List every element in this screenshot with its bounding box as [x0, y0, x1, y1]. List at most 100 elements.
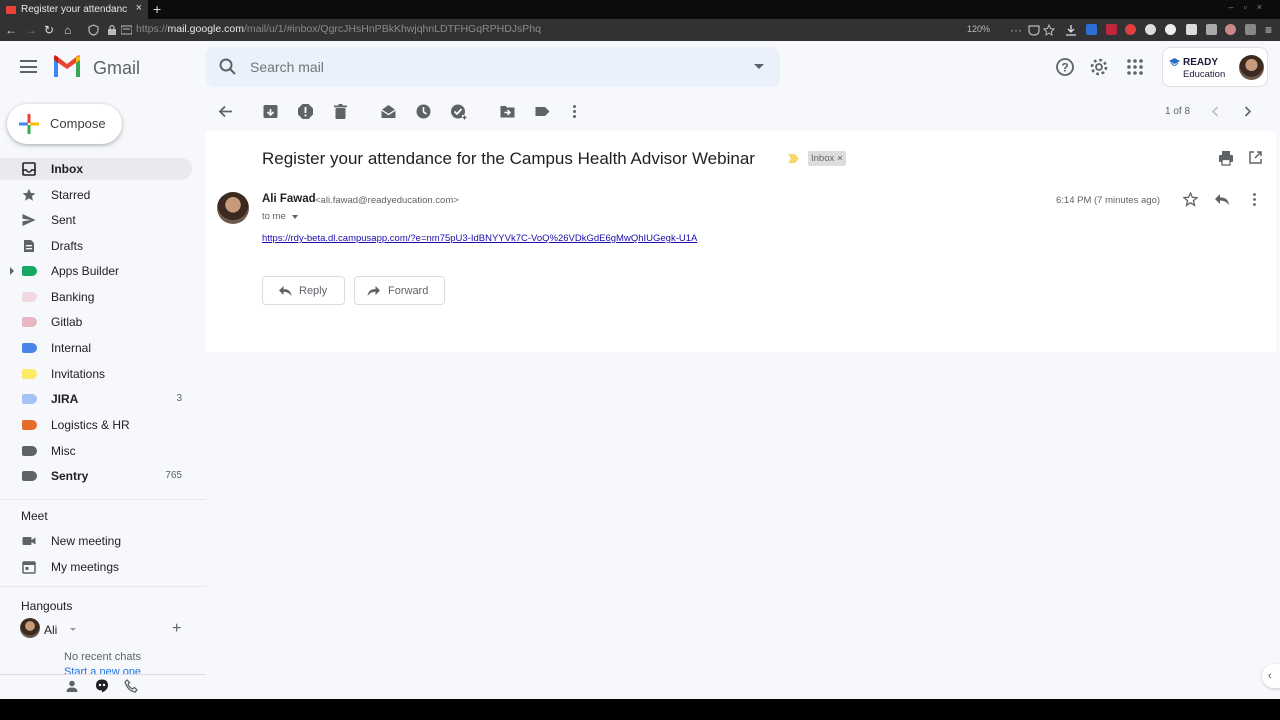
move-to-folder-icon[interactable] [499, 103, 516, 120]
main-menu-icon[interactable] [20, 60, 37, 73]
sidebar-item-sent[interactable]: Sent [0, 209, 192, 231]
sidebar-item-banking[interactable]: Banking [0, 286, 192, 308]
gmail-brand[interactable]: Gmail [93, 58, 140, 79]
reply-arrow-icon[interactable] [1214, 192, 1230, 207]
mark-unread-icon[interactable] [380, 103, 397, 120]
sidebar-item-starred[interactable]: Starred [0, 184, 192, 206]
browser-tab[interactable]: Register your attendanc × [0, 0, 148, 19]
sidebar-item-apps-builder[interactable]: Apps Builder [0, 260, 192, 282]
important-marker-icon[interactable] [788, 154, 799, 163]
more-options-icon[interactable] [566, 103, 583, 120]
gmail-logo-icon[interactable] [52, 55, 82, 77]
new-tab-button[interactable]: + [153, 0, 161, 19]
inbox-label-chip[interactable]: Inbox × [808, 151, 846, 166]
message-more-icon[interactable] [1247, 192, 1262, 207]
label-tag-icon [22, 394, 37, 404]
shield-icon[interactable] [88, 24, 99, 36]
sidebar-item-sentry[interactable]: Sentry 765 [0, 465, 192, 487]
sidebar-item-label: Internal [51, 341, 92, 355]
compose-button[interactable]: Compose [7, 104, 122, 144]
home-icon[interactable]: ⌂ [64, 22, 71, 38]
extension-icon[interactable] [1206, 24, 1217, 35]
apps-grid-icon[interactable] [1125, 57, 1145, 77]
extension-icon[interactable] [1106, 24, 1117, 35]
add-to-tasks-icon[interactable] [450, 103, 467, 120]
bookmark-star-icon[interactable] [1043, 24, 1055, 36]
meet-item-label: New meeting [51, 534, 122, 548]
sender-name[interactable]: Ali Fawad [262, 193, 316, 205]
archive-icon[interactable] [262, 103, 279, 120]
hangouts-chat-icon[interactable] [95, 679, 109, 693]
newer-chevron-left-icon[interactable] [1207, 103, 1224, 120]
reload-icon[interactable]: ↻ [44, 22, 54, 38]
extension-icon[interactable] [1125, 24, 1136, 35]
pocket-icon[interactable] [1028, 24, 1040, 36]
extension-icon[interactable] [1165, 24, 1176, 35]
lock-icon[interactable] [107, 24, 117, 36]
browser-tab-bar: Register your attendanc × + ‒▫× [0, 0, 1280, 19]
search-input[interactable] [250, 57, 730, 77]
phone-icon[interactable] [124, 679, 138, 693]
older-chevron-right-icon[interactable] [1239, 103, 1256, 120]
new-meeting-link[interactable]: New meeting [0, 530, 192, 552]
search-options-icon[interactable] [754, 64, 764, 69]
window-controls[interactable]: ‒▫× [1229, 2, 1272, 12]
sidebar-item-logistics-hr[interactable]: Logistics & HR [0, 414, 192, 436]
svg-text:?: ? [1061, 61, 1068, 75]
reply-button[interactable]: Reply [262, 276, 345, 305]
label-tag-icon [22, 317, 37, 327]
sidebar-item-invitations[interactable]: Invitations [0, 363, 192, 385]
my-meetings-link[interactable]: My meetings [0, 556, 192, 578]
ready-education-logo-icon [1169, 58, 1180, 66]
search-icon[interactable] [218, 57, 238, 77]
extension-icon[interactable] [1145, 24, 1156, 35]
sender-avatar[interactable] [217, 192, 249, 224]
sidebar-divider [0, 499, 206, 500]
zoom-level[interactable]: 120% [967, 24, 990, 34]
hangouts-user-name[interactable]: Ali [44, 623, 57, 637]
extension-icon[interactable] [1186, 24, 1197, 35]
star-message-icon[interactable] [1183, 192, 1198, 207]
permissions-icon[interactable] [121, 25, 132, 35]
sidebar-item-drafts[interactable]: Drafts [0, 235, 192, 257]
sidebar-item-inbox[interactable]: Inbox [0, 158, 192, 180]
expand-arrow-icon[interactable] [10, 267, 14, 275]
label-tag-icon [22, 343, 37, 353]
show-details-icon[interactable] [292, 215, 298, 219]
back-icon[interactable]: ← [5, 22, 17, 38]
delete-trash-icon[interactable] [332, 103, 349, 120]
print-icon[interactable] [1218, 150, 1234, 166]
extension-icon[interactable] [1225, 24, 1236, 35]
tab-close-icon[interactable]: × [136, 2, 142, 14]
account-switcher[interactable]: READY Education [1162, 47, 1268, 87]
avatar[interactable] [1239, 55, 1264, 80]
extension-icon[interactable] [1245, 24, 1256, 35]
email-body-link[interactable]: https://rdy-beta.dl.campusapp.com/?e=nm7… [262, 233, 697, 244]
sidebar-item-misc[interactable]: Misc [0, 440, 192, 462]
page-actions-icon[interactable]: ··· [1010, 22, 1022, 38]
forward-button[interactable]: Forward [354, 276, 445, 305]
contacts-person-icon[interactable] [65, 679, 79, 693]
status-caret-icon[interactable] [70, 628, 76, 631]
remove-label-icon[interactable]: × [837, 153, 843, 164]
compose-plus-icon [19, 114, 39, 134]
back-to-inbox-icon[interactable] [217, 103, 234, 120]
open-new-window-icon[interactable] [1248, 150, 1263, 165]
url-text[interactable]: https://mail.google.com/mail/u/1/#inbox/… [136, 23, 541, 35]
downloads-icon[interactable] [1065, 24, 1077, 36]
help-icon[interactable]: ? [1055, 57, 1075, 77]
sidebar-item-internal[interactable]: Internal [0, 337, 192, 359]
start-new-chat-link[interactable]: Start a new one [64, 666, 141, 674]
labels-icon[interactable] [534, 103, 551, 120]
snooze-clock-icon[interactable] [415, 103, 432, 120]
sidebar-item-gitlab[interactable]: Gitlab [0, 311, 192, 333]
forward-icon[interactable]: → [25, 22, 37, 38]
sidebar-item-jira[interactable]: JIRA 3 [0, 388, 192, 410]
browser-menu-icon[interactable]: ≡ [1265, 22, 1272, 38]
report-spam-icon[interactable] [297, 103, 314, 120]
new-conversation-button[interactable]: + [172, 620, 181, 638]
side-panel-toggle[interactable]: ‹ [1262, 664, 1280, 688]
hangouts-avatar[interactable] [20, 618, 40, 638]
extension-icon[interactable] [1086, 24, 1097, 35]
settings-gear-icon[interactable] [1089, 57, 1109, 77]
